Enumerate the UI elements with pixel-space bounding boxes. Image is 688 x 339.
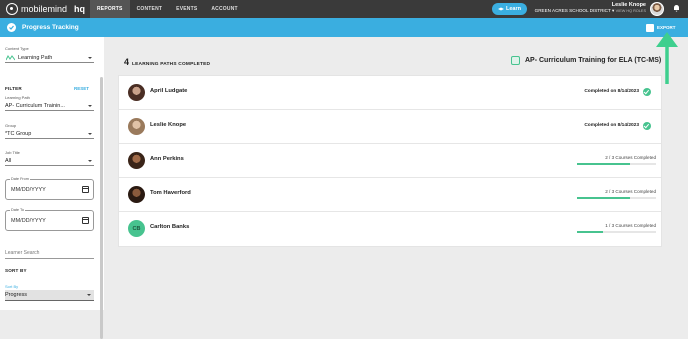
list-item[interactable]: April Ludgate Completed on 8/14/2023 <box>119 76 661 110</box>
learner-name: April Ludgate <box>150 88 188 94</box>
chevron-down-icon <box>88 133 92 135</box>
group-select[interactable]: *TC Group <box>5 129 94 139</box>
chevron-down-icon <box>88 105 92 107</box>
avatar: CB <box>128 220 145 237</box>
progress-bar <box>577 197 656 199</box>
avatar <box>128 118 145 135</box>
learning-path-select[interactable]: AP- Curriculum Trainin... <box>5 101 94 111</box>
learning-path-icon <box>6 55 15 61</box>
nav-reports[interactable]: REPORTS <box>90 0 130 18</box>
completion-status: Completed on 8/14/2023 <box>584 123 639 128</box>
role-link[interactable]: VIEW HQ ROLES <box>616 9 646 13</box>
avatar <box>128 152 145 169</box>
export-icon <box>646 23 654 32</box>
avatar[interactable] <box>650 2 664 16</box>
list-item[interactable]: Ann Perkins 2 / 3 Courses Completed <box>119 144 661 178</box>
learn-label: Learn <box>506 6 521 12</box>
date-to-field[interactable]: Date To MM/DD/YYYY <box>5 208 94 231</box>
check-icon <box>643 88 651 96</box>
job-title-value: All <box>5 158 12 164</box>
chevron-down-icon <box>88 57 92 59</box>
content-type-select[interactable]: Learning Path <box>5 53 94 63</box>
learning-path-value: AP- Curriculum Trainin... <box>5 103 65 109</box>
learner-list: April Ludgate Completed on 8/14/2023 Les… <box>118 75 662 247</box>
completion-status: Completed on 8/14/2023 <box>584 89 639 94</box>
path-title: AP- Curriculum Training for ELA (TC-MS) <box>525 57 662 64</box>
progress-fill <box>577 231 604 233</box>
date-from-placeholder: MM/DD/YYYY <box>11 187 46 193</box>
graduation-cap-icon <box>498 7 504 10</box>
learner-name: Carlton Banks <box>150 224 190 230</box>
learning-path-title: AP- Curriculum Training for ELA (TC-MS) <box>511 56 661 65</box>
completed-count: 4 <box>124 57 130 67</box>
logo-text: mobilemind <box>21 4 68 14</box>
group-label: Group <box>5 123 17 128</box>
chevron-down-icon <box>87 294 91 296</box>
sort-label: Sort By <box>5 284 19 289</box>
avatar <box>128 84 145 101</box>
courses-completed: 2 / 3 Courses Completed <box>605 155 656 160</box>
learner-name: Ann Perkins <box>150 156 184 162</box>
progress-bar <box>577 163 656 165</box>
learner-name: Tom Haverford <box>150 190 191 196</box>
page-title: Progress Tracking <box>22 24 79 31</box>
calendar-icon[interactable] <box>82 217 89 224</box>
courses-completed: 1 / 3 Courses Completed <box>605 223 656 228</box>
sort-heading: SORT BY <box>5 268 27 273</box>
learner-search-input[interactable]: Learner Search <box>5 247 94 259</box>
list-item[interactable]: Tom Haverford 2 / 3 Courses Completed <box>119 178 661 212</box>
user-info[interactable]: Leslie Knope GREEN ACRES SCHOOL DISTRICT… <box>534 2 646 14</box>
export-button[interactable]: EXPORT <box>646 22 676 33</box>
logo-hq: hq <box>74 4 86 14</box>
date-from-label: Date From <box>10 177 30 181</box>
list-item[interactable]: Leslie Knope Completed on 8/14/2023 <box>119 110 661 144</box>
bell-icon[interactable] <box>673 4 680 12</box>
content-type-label: Content Type <box>5 46 29 51</box>
job-title-select[interactable]: All <box>5 156 94 166</box>
job-title-label: Job Title <box>5 150 20 155</box>
progress-icon <box>7 23 16 32</box>
export-label: EXPORT <box>657 25 676 30</box>
progress-fill <box>577 197 630 199</box>
nav-account[interactable]: ACCOUNT <box>204 0 244 18</box>
sidebar-scrollbar[interactable] <box>100 77 103 339</box>
nav-content[interactable]: CONTENT <box>130 0 170 18</box>
main-nav: REPORTS CONTENT EVENTS ACCOUNT <box>90 0 245 18</box>
list-item[interactable]: CB Carlton Banks 1 / 3 Courses Completed <box>119 212 661 246</box>
chevron-down-icon: ▾ <box>612 8 615 13</box>
logo[interactable]: mobilemind hq <box>6 2 85 16</box>
group-value: *TC Group <box>5 131 32 137</box>
date-to-label: Date To <box>10 208 26 212</box>
avatar <box>128 186 145 203</box>
progress-fill <box>577 163 630 165</box>
sort-value: Progress <box>5 292 28 298</box>
logo-mark-icon <box>6 3 18 15</box>
content-type-value: Learning Path <box>18 55 53 61</box>
page-header-bar: Progress Tracking EXPORT <box>0 18 688 37</box>
check-icon <box>643 122 651 130</box>
learning-path-icon <box>511 56 520 65</box>
reset-button[interactable]: RESET <box>74 86 89 91</box>
org-name: GREEN ACRES SCHOOL DISTRICT <box>534 8 611 13</box>
top-navigation-bar: mobilemind hq REPORTS CONTENT EVENTS ACC… <box>0 0 688 18</box>
date-from-field[interactable]: Date From MM/DD/YYYY <box>5 177 94 200</box>
completed-label: LEARNING PATHS COMPLETED <box>132 62 211 67</box>
chevron-down-icon <box>88 160 92 162</box>
sort-select[interactable]: Progress <box>5 290 94 301</box>
learner-name: Leslie Knope <box>150 122 187 128</box>
date-to-placeholder: MM/DD/YYYY <box>11 218 46 224</box>
completed-summary: 4 LEARNING PATHS COMPLETED <box>124 57 210 67</box>
learn-button[interactable]: Learn <box>492 3 527 15</box>
courses-completed: 2 / 3 Courses Completed <box>605 189 656 194</box>
nav-events[interactable]: EVENTS <box>169 0 204 18</box>
filter-heading: FILTER <box>5 86 22 91</box>
progress-bar <box>577 231 656 233</box>
learning-path-label: Learning Path <box>5 95 30 100</box>
calendar-icon[interactable] <box>82 186 89 193</box>
